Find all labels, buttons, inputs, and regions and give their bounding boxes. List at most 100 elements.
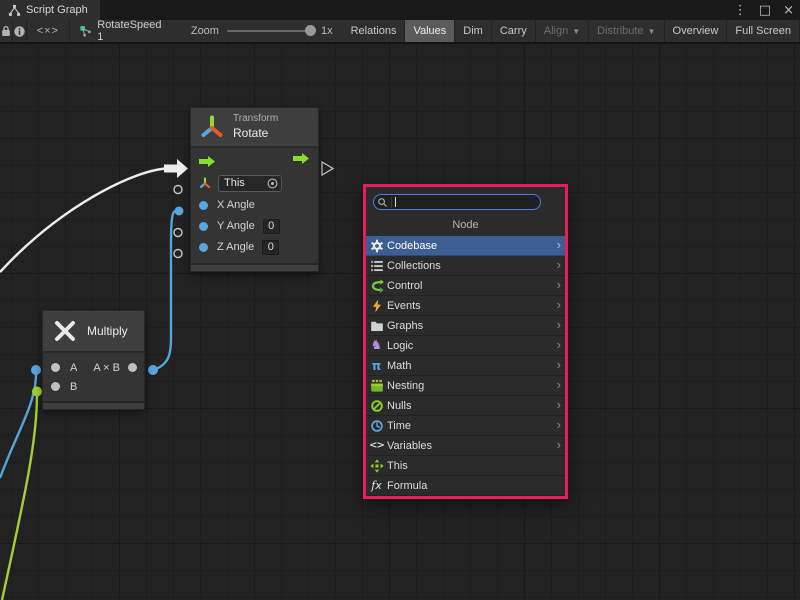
port-a-dot[interactable] bbox=[51, 363, 60, 372]
port-rotate-yangle[interactable] bbox=[174, 229, 182, 237]
flow-in-arrow-icon[interactable] bbox=[199, 155, 216, 168]
toolbar-button-label: Values bbox=[413, 25, 446, 37]
search-input[interactable] bbox=[373, 194, 541, 210]
popup-item-logic[interactable]: ♞Logic› bbox=[366, 336, 565, 356]
port-multiply-output-connection[interactable] bbox=[148, 365, 158, 375]
chevron-down-icon: ▼ bbox=[572, 27, 580, 36]
popup-item-nulls[interactable]: Nulls› bbox=[366, 396, 565, 416]
toolbar-button-distribute[interactable]: Distribute▼ bbox=[589, 20, 664, 42]
toolbar-button-label: Full Screen bbox=[735, 25, 791, 37]
toolbar-button-full-screen[interactable]: Full Screen bbox=[727, 20, 800, 42]
this-field-value: This bbox=[224, 177, 267, 189]
popup-item-collections[interactable]: Collections › bbox=[366, 256, 565, 276]
zoom-slider-handle[interactable] bbox=[305, 25, 316, 36]
z-angle-input[interactable]: 0 bbox=[262, 240, 279, 255]
zoom-slider[interactable] bbox=[227, 30, 313, 32]
popup-item-control[interactable]: Control› bbox=[366, 276, 565, 296]
zoom-label: Zoom bbox=[191, 25, 219, 37]
multiply-icon bbox=[53, 319, 77, 343]
chevron-right-icon: › bbox=[557, 398, 561, 413]
popup-item-this[interactable]: This bbox=[366, 456, 565, 476]
popup-item-variables[interactable]: <>Variables› bbox=[366, 436, 565, 456]
code-view-button[interactable]: <×> bbox=[27, 20, 70, 42]
toolbar-button-values[interactable]: Values bbox=[405, 20, 455, 42]
toolbar-button-carry[interactable]: Carry bbox=[492, 20, 536, 42]
port-multiply-b-connection[interactable] bbox=[32, 387, 42, 397]
popup-item-label: Events bbox=[387, 300, 421, 312]
popup-item-codebase[interactable]: Codebase › bbox=[366, 236, 565, 256]
menu-icon[interactable]: ⋮ bbox=[734, 4, 747, 17]
tab-label: Script Graph bbox=[26, 4, 88, 16]
script-graph-icon bbox=[8, 4, 21, 17]
node-rotate[interactable]: Transform Rotate bbox=[190, 107, 319, 272]
knight-icon: ♞ bbox=[369, 339, 384, 353]
unity-visual-scripting-window: Script Graph ⋮ □ × <×> bbox=[0, 0, 800, 600]
graph-canvas[interactable]: Transform Rotate bbox=[0, 44, 800, 600]
formula-icon: fx bbox=[369, 479, 384, 493]
transform-icon bbox=[199, 114, 225, 140]
this-object-field[interactable]: This bbox=[218, 175, 282, 192]
wire-flow-white bbox=[0, 169, 166, 273]
graph-breadcrumb-icon bbox=[80, 25, 92, 38]
z-angle-row: Z Angle 0 bbox=[191, 237, 318, 258]
flow-input-arrow[interactable] bbox=[164, 159, 188, 178]
chevron-right-icon: › bbox=[557, 418, 561, 433]
port-rotate-xangle-connection[interactable] bbox=[175, 207, 184, 216]
popup-item-label: Time bbox=[387, 420, 411, 432]
breadcrumb[interactable]: RotateSpeed 1 bbox=[70, 20, 173, 42]
chevron-right-icon: › bbox=[557, 298, 561, 313]
popup-item-label: Collections bbox=[387, 260, 441, 272]
toolbar-button-relations[interactable]: Relations bbox=[343, 20, 406, 42]
variables-icon: <> bbox=[369, 439, 384, 453]
popup-item-label: Math bbox=[387, 360, 411, 372]
y-angle-input[interactable]: 0 bbox=[263, 219, 280, 234]
chevron-right-icon: › bbox=[557, 238, 561, 253]
x-angle-label: X Angle bbox=[217, 199, 255, 211]
node-title: Rotate bbox=[233, 126, 278, 141]
popup-item-label: Codebase bbox=[387, 240, 437, 252]
lock-button[interactable] bbox=[0, 20, 13, 42]
y-angle-label: Y Angle bbox=[217, 220, 255, 232]
port-z-angle-dot[interactable] bbox=[199, 243, 208, 252]
tab-script-graph[interactable]: Script Graph bbox=[0, 0, 100, 20]
close-icon[interactable]: × bbox=[783, 4, 794, 17]
lightning-icon bbox=[369, 299, 384, 313]
chevron-right-icon: › bbox=[557, 258, 561, 273]
flow-output-triangle[interactable] bbox=[322, 162, 333, 175]
maximize-icon[interactable]: □ bbox=[759, 4, 771, 17]
port-y-angle-dot[interactable] bbox=[199, 222, 208, 231]
port-rotate-this[interactable] bbox=[174, 186, 182, 194]
toolbar-button-label: Overview bbox=[673, 25, 719, 37]
popup-item-events[interactable]: Events › bbox=[366, 296, 565, 316]
collections-icon bbox=[369, 259, 384, 273]
output-label: A × B bbox=[93, 362, 120, 374]
popup-item-math[interactable]: πMath› bbox=[366, 356, 565, 376]
b-label: B bbox=[70, 381, 77, 393]
chevron-right-icon: › bbox=[557, 438, 561, 453]
node-multiply[interactable]: Multiply A A × B B bbox=[42, 310, 145, 410]
popup-header: Node bbox=[366, 219, 565, 231]
toolbar-button-align[interactable]: Align▼ bbox=[536, 20, 589, 42]
flow-out-arrow-icon[interactable] bbox=[293, 152, 310, 165]
popup-item-nesting[interactable]: Nesting› bbox=[366, 376, 565, 396]
node-footer bbox=[43, 401, 144, 409]
popup-item-label: Nesting bbox=[387, 380, 424, 392]
port-b-dot[interactable] bbox=[51, 382, 60, 391]
chevron-right-icon: › bbox=[557, 338, 561, 353]
port-output-dot[interactable] bbox=[128, 363, 137, 372]
port-multiply-a-connection[interactable] bbox=[31, 365, 41, 375]
popup-item-graphs[interactable]: Graphs› bbox=[366, 316, 565, 336]
toolbar-button-dim[interactable]: Dim bbox=[455, 20, 492, 42]
toolbar-button-overview[interactable]: Overview bbox=[665, 20, 728, 42]
control-icon bbox=[369, 279, 384, 293]
port-rotate-zangle[interactable] bbox=[174, 250, 182, 258]
info-button[interactable] bbox=[13, 20, 27, 42]
a-row: A A × B bbox=[43, 358, 144, 377]
object-picker-icon[interactable] bbox=[267, 178, 278, 189]
popup-item-formula[interactable]: fxFormula bbox=[366, 476, 565, 496]
x-angle-row: X Angle bbox=[191, 195, 318, 216]
popup-item-time[interactable]: Time › bbox=[366, 416, 565, 436]
node-footer bbox=[191, 263, 318, 271]
port-x-angle-dot[interactable] bbox=[199, 201, 208, 210]
flow-row bbox=[191, 151, 318, 172]
